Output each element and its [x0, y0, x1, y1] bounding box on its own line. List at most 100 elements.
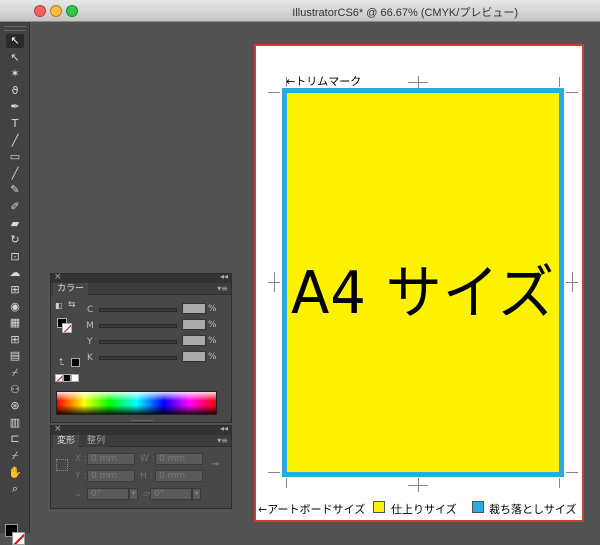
magenta-label: M [86, 321, 94, 331]
symbol-sprayer-tool-icon[interactable]: ⊛ [6, 399, 24, 413]
yellow-value-field[interactable] [182, 335, 206, 346]
eraser-tool-icon[interactable]: ▰ [6, 217, 24, 231]
type-tool-icon[interactable]: T [6, 117, 24, 131]
black-slider[interactable] [99, 356, 177, 360]
magenta-slider[interactable] [99, 324, 177, 328]
crop-mark [408, 82, 428, 83]
magic-wand-tool-icon[interactable]: ✶ [6, 67, 24, 81]
close-panel-icon[interactable]: × [54, 272, 62, 282]
tools-panel-grip[interactable] [4, 26, 26, 31]
zoom-window-button[interactable] [66, 5, 78, 17]
reference-point-icon[interactable] [56, 459, 68, 471]
perspective-grid-tool-icon[interactable]: ▦ [6, 316, 24, 330]
cyan-value-field[interactable] [182, 303, 206, 314]
zoom-tool-icon[interactable]: ⌕ [6, 482, 24, 496]
width-field[interactable]: 0 mm [155, 453, 203, 465]
tab-align[interactable]: 整列 [83, 435, 110, 447]
close-window-button[interactable] [34, 5, 46, 17]
swap-colors-icon[interactable]: ⇆ [68, 300, 76, 310]
tab-transform[interactable]: 変形 [53, 435, 80, 447]
panel-resize-grip[interactable] [131, 420, 153, 422]
line-tool-icon[interactable]: ╱ [6, 134, 24, 148]
scale-tool-icon[interactable]: ⊡ [6, 250, 24, 264]
trim-size-legend-label: 仕上りサイズ [391, 503, 457, 516]
pencil-tool-icon[interactable]: ✎ [6, 183, 24, 197]
black-value-field[interactable] [182, 351, 206, 362]
x-field[interactable]: 0 mm [87, 453, 135, 465]
tools-panel: ↖ ↖ ✶ ϑ ✒ T ╱ ▭ ╱ ✎ ✐ ▰ ↻ ⊡ ☁ ⊞ ◉ ▦ ⊞ ▤ ⌿ ⚇ ⊛ ▥ ⊏ ⌿ ✋ ⌕ [0, 22, 30, 545]
panel-header: × ◂◂ [51, 272, 231, 283]
close-panel-icon[interactable]: × [54, 424, 62, 434]
main-size-label: A4 サイズ [290, 259, 556, 328]
gradient-tool-icon[interactable]: ▤ [6, 349, 24, 363]
rectangle-tool-icon[interactable]: ▭ [6, 150, 24, 164]
rotate-dropdown-button[interactable]: ▾ [129, 488, 138, 500]
crop-mark [566, 472, 578, 473]
panel-menu-icon[interactable]: ▾≡ [217, 284, 228, 293]
yellow-unit: % [208, 336, 217, 346]
cmyk-stroke-swatch[interactable] [62, 323, 72, 333]
magenta-unit: % [208, 320, 217, 330]
minimize-window-button[interactable] [50, 5, 62, 17]
h-label: H : [140, 471, 153, 481]
height-field[interactable]: 0 mm [155, 470, 203, 482]
magenta-value-field[interactable] [182, 319, 206, 330]
warp-tool-icon[interactable]: ☁ [6, 266, 24, 280]
cyan-slider[interactable] [99, 308, 177, 312]
blob-brush-tool-icon[interactable]: ✐ [6, 200, 24, 214]
artboard-size-note: ←アートボードサイズ [258, 503, 366, 516]
lasso-tool-icon[interactable]: ϑ [6, 84, 24, 98]
bleed-size-legend-swatch [472, 501, 484, 513]
selection-tool-icon[interactable]: ↖ [6, 34, 24, 48]
shear-dropdown-button[interactable]: ▾ [192, 488, 201, 500]
tab-color[interactable]: カラー [53, 283, 89, 295]
yellow-label: Y [87, 337, 93, 347]
eyedropper-tool-icon[interactable]: ⌿ [6, 366, 24, 380]
y-label: Y : [75, 471, 87, 481]
free-transform-tool-icon[interactable]: ⊞ [6, 283, 24, 297]
crop-mark [274, 272, 275, 292]
cyan-label: C [87, 305, 94, 315]
color-panel: × ◂◂ カラー ▾≡ ◧ ⇆ C % M % Y % K % ⮤ [50, 272, 232, 423]
rotate-field[interactable]: 0° [87, 488, 129, 500]
shear-field[interactable]: 0° [150, 488, 192, 500]
default-colors-icon[interactable]: ◧ [55, 301, 63, 310]
mesh-tool-icon[interactable]: ⊞ [6, 333, 24, 347]
out-of-gamut-icon[interactable]: ⮤ [59, 358, 64, 368]
pen-tool-icon[interactable]: ✒ [6, 100, 24, 114]
cyan-unit: % [208, 304, 217, 314]
white-swatch[interactable] [71, 374, 79, 382]
rotate-icon: ⦟ [75, 489, 81, 499]
direct-selection-tool-icon[interactable]: ↖ [6, 51, 24, 65]
last-color-swatch[interactable] [71, 358, 80, 367]
slice-tool-icon[interactable]: ⌿ [6, 449, 24, 463]
none-swatch[interactable] [55, 374, 63, 382]
column-graph-tool-icon[interactable]: ▥ [6, 416, 24, 430]
crop-mark [286, 478, 287, 488]
yellow-slider[interactable] [99, 340, 177, 344]
transform-panel: × ◂◂ 変形 整列 ▾≡ X : 0 mm W : 0 mm Y : 0 mm… [50, 424, 232, 509]
artboard-tool-icon[interactable]: ⊏ [6, 432, 24, 446]
shear-icon: ▱ [143, 489, 150, 499]
shape-builder-tool-icon[interactable]: ◉ [6, 300, 24, 314]
black-swatch[interactable] [63, 374, 71, 382]
black-unit: % [208, 352, 217, 362]
crop-mark [408, 485, 428, 486]
panel-menu-icon[interactable]: ▾≡ [217, 436, 228, 445]
stroke-swatch[interactable] [12, 532, 25, 545]
panel-header: × ◂◂ [51, 424, 231, 435]
color-panel-tabbar: カラー ▾≡ [51, 283, 231, 295]
constrain-proportions-icon[interactable]: ⊸ [211, 459, 219, 470]
paintbrush-tool-icon[interactable]: ╱ [6, 167, 24, 181]
color-spectrum[interactable] [56, 391, 217, 415]
hand-tool-icon[interactable]: ✋ [6, 466, 24, 480]
crop-mark [572, 272, 573, 292]
rotate-tool-icon[interactable]: ↻ [6, 233, 24, 247]
window-titlebar: IllustratorCS6* @ 66.67% (CMYK/プレビュー) [0, 0, 600, 22]
y-field[interactable]: 0 mm [87, 470, 135, 482]
x-label: X : [75, 454, 88, 464]
collapse-panel-icon[interactable]: ◂◂ [220, 272, 228, 281]
w-label: W : [140, 454, 155, 464]
blend-tool-icon[interactable]: ⚇ [6, 383, 24, 397]
collapse-panel-icon[interactable]: ◂◂ [220, 424, 228, 433]
